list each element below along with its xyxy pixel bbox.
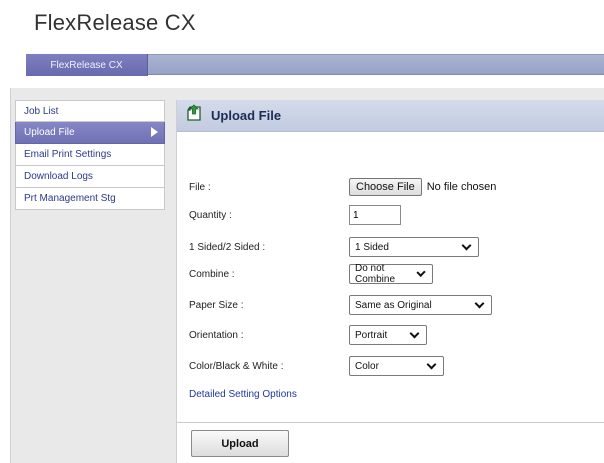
paper-size-value: Same as Original: [355, 299, 432, 311]
orientation-label: Orientation :: [189, 329, 244, 341]
color-mode-label: Color/Black & White :: [189, 360, 284, 372]
combine-row: Combine : Do not Combine: [189, 263, 433, 285]
paper-size-row: Paper Size : Same as Original: [189, 295, 492, 315]
sidebar-item-label: Email Print Settings: [24, 149, 112, 160]
panel-header: Upload File: [177, 100, 604, 132]
color-mode-value: Color: [355, 360, 379, 372]
sidebar-item-label: Download Logs: [24, 171, 93, 182]
arrow-right-icon: [151, 127, 158, 137]
chevron-down-icon: [409, 328, 420, 338]
file-row: File : Choose File No file chosen: [189, 178, 496, 196]
paper-size-select[interactable]: Same as Original: [349, 295, 492, 315]
quantity-input[interactable]: [349, 205, 401, 225]
orientation-select[interactable]: Portrait: [349, 325, 427, 345]
sidebar-item-email-print-settings[interactable]: Email Print Settings: [15, 144, 165, 166]
combine-select[interactable]: Do not Combine: [349, 263, 433, 285]
quantity-row: Quantity :: [189, 205, 401, 225]
combine-value: Do not Combine: [355, 263, 396, 285]
sidebar-item-job-list[interactable]: Job List: [15, 100, 165, 122]
sidebar-item-label: Upload File: [24, 127, 75, 138]
tab-flexrelease[interactable]: FlexRelease CX: [26, 54, 148, 76]
divider: [177, 422, 604, 423]
choose-file-button[interactable]: Choose File: [349, 178, 422, 196]
sided-select[interactable]: 1 Sided: [349, 237, 479, 257]
sided-value: 1 Sided: [355, 241, 389, 253]
sidebar-item-prt-management[interactable]: Prt Management Stg: [15, 188, 165, 210]
file-label: File :: [189, 181, 211, 193]
detailed-link-row: Detailed Setting Options: [189, 389, 297, 400]
orientation-row: Orientation : Portrait: [189, 325, 427, 345]
sidebar-item-upload-file[interactable]: Upload File: [15, 122, 165, 144]
detailed-setting-options-link[interactable]: Detailed Setting Options: [189, 389, 297, 400]
sidebar-item-label: Prt Management Stg: [24, 193, 116, 204]
paper-size-label: Paper Size :: [189, 299, 244, 311]
color-mode-row: Color/Black & White : Color: [189, 356, 444, 376]
upload-file-icon: [185, 104, 203, 127]
sided-label: 1 Sided/2 Sided :: [189, 241, 266, 253]
chevron-down-icon: [426, 359, 437, 369]
orientation-value: Portrait: [355, 329, 388, 341]
panel-title: Upload File: [211, 108, 282, 123]
color-mode-select[interactable]: Color: [349, 356, 444, 376]
chevron-down-icon: [474, 298, 485, 308]
main-panel: Upload File File : Choose File No file c…: [176, 100, 604, 463]
sidebar-item-label: Job List: [24, 105, 59, 117]
combine-label: Combine :: [189, 268, 235, 280]
sidebar: Job List Upload File Email Print Setting…: [15, 100, 165, 210]
sided-row: 1 Sided/2 Sided : 1 Sided: [189, 237, 479, 257]
chevron-down-icon: [461, 240, 472, 250]
file-status: No file chosen: [426, 181, 497, 193]
app-title: FlexRelease CX: [34, 10, 196, 35]
tab-bar: FlexRelease CX: [26, 54, 604, 76]
quantity-label: Quantity :: [189, 209, 232, 221]
sidebar-item-download-logs[interactable]: Download Logs: [15, 166, 165, 188]
upload-button[interactable]: Upload: [191, 430, 289, 457]
